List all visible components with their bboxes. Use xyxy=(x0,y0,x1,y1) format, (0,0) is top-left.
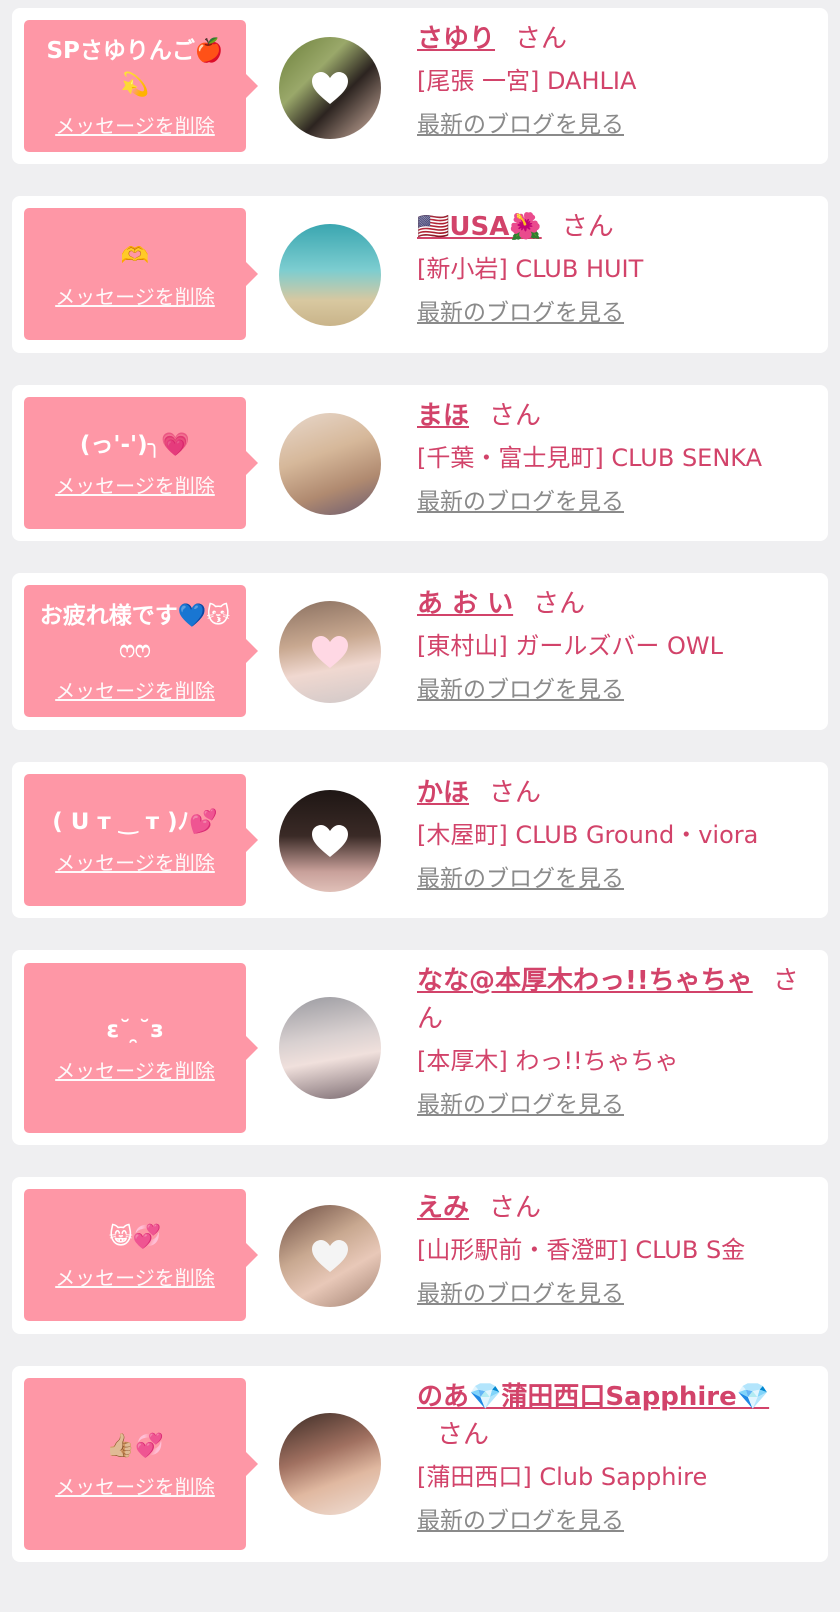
favorite-info: まほ さん [千葉・富士見町] CLUB SENKA 最新のブログを見る xyxy=(417,397,814,519)
message-text: 🫶 xyxy=(120,242,150,269)
avatar[interactable] xyxy=(279,601,381,703)
message-text: ε˘ ̯˘з xyxy=(106,1016,164,1043)
name-line: まほ さん xyxy=(417,397,814,435)
delete-message-link[interactable]: メッセージを削除 xyxy=(55,110,215,139)
message-bubble: SPさゆりんご🍎💫 メッセージを削除 xyxy=(24,20,258,152)
delete-message-link[interactable]: メッセージを削除 xyxy=(55,1055,215,1084)
view-blog-link[interactable]: 最新のブログを見る xyxy=(417,485,624,519)
cast-name-link[interactable]: さゆり xyxy=(417,24,495,54)
cast-name-link[interactable]: まほ xyxy=(417,401,469,431)
view-blog-link[interactable]: 最新のブログを見る xyxy=(417,862,624,896)
honorific: さん xyxy=(489,778,542,808)
message-text: SPさゆりんご🍎💫 xyxy=(46,37,224,98)
avatar[interactable] xyxy=(279,37,381,139)
favorite-info: さゆり さん [尾張 一宮] DAHLIA 最新のブログを見る xyxy=(417,20,814,142)
favorite-card: ε˘ ̯˘з メッセージを削除 なな@本厚木わっ!!ちゃちゃ さん [本厚木] わ… xyxy=(12,950,828,1145)
avatar[interactable] xyxy=(279,224,381,326)
honorific: さん xyxy=(489,401,542,431)
shop-name: [本厚木] わっ!!ちゃちゃ xyxy=(417,1047,679,1075)
heart-icon xyxy=(312,1240,348,1272)
favorite-card: 👍🏼💞 メッセージを削除 のあ💎蒲田西口Sapphire💎 さん [蒲田西口] C… xyxy=(12,1366,828,1562)
favorite-info: えみ さん [山形駅前・香澄町] CLUB S金 最新のブログを見る xyxy=(417,1189,814,1311)
view-blog-link[interactable]: 最新のブログを見る xyxy=(417,673,624,707)
honorific: さん xyxy=(533,589,586,619)
name-line: さゆり さん xyxy=(417,20,814,58)
shop-name: [山形駅前・香澄町] CLUB S金 xyxy=(417,1236,746,1264)
honorific: さん xyxy=(489,1193,542,1223)
name-line: えみ さん xyxy=(417,1189,814,1227)
cast-name-link[interactable]: なな@本厚木わっ!!ちゃちゃ xyxy=(417,966,753,996)
shop-name: [千葉・富士見町] CLUB SENKA xyxy=(417,444,763,472)
avatar[interactable] xyxy=(279,1413,381,1515)
cast-name-link[interactable]: 🇺🇸USA🌺 xyxy=(417,212,542,242)
cast-name-link[interactable]: かほ xyxy=(417,778,469,808)
name-line: あ お いさん xyxy=(417,585,814,623)
message-text: 👍🏼💞 xyxy=(106,1432,164,1459)
favorite-card: お疲れ様です💙😽ෆෆ メッセージを削除 あ お いさん [東村山] ガールズバー… xyxy=(12,573,828,730)
message-text: お疲れ様です💙😽ෆෆ xyxy=(39,602,231,663)
view-blog-link[interactable]: 最新のブログを見る xyxy=(417,296,624,330)
favorite-card: SPさゆりんご🍎💫 メッセージを削除 さゆり さん [尾張 一宮] DAHLIA … xyxy=(12,8,828,164)
favorite-card: (っ'-')╮💗 メッセージを削除 まほ さん [千葉・富士見町] CLUB SE… xyxy=(12,385,828,541)
favorites-list: SPさゆりんご🍎💫 メッセージを削除 さゆり さん [尾張 一宮] DAHLIA … xyxy=(0,0,840,1612)
message-bubble: 😸💞 メッセージを削除 xyxy=(24,1189,258,1321)
name-line: なな@本厚木わっ!!ちゃちゃ さん xyxy=(417,962,814,1038)
heart-icon xyxy=(312,72,348,104)
message-text: ( ᑌ т ‿ т )ﾉ💕 xyxy=(52,808,218,835)
delete-message-link[interactable]: メッセージを削除 xyxy=(55,847,215,876)
name-line: のあ💎蒲田西口Sapphire💎 さん xyxy=(417,1378,814,1454)
view-blog-link[interactable]: 最新のブログを見る xyxy=(417,1504,624,1538)
name-line: 🇺🇸USA🌺 さん xyxy=(417,208,814,246)
name-line: かほ さん xyxy=(417,774,814,812)
view-blog-link[interactable]: 最新のブログを見る xyxy=(417,108,624,142)
shop-name: [木屋町] CLUB Ground・viora xyxy=(417,821,759,849)
honorific: さん xyxy=(561,212,614,242)
avatar[interactable] xyxy=(279,790,381,892)
favorite-card: ( ᑌ т ‿ т )ﾉ💕 メッセージを削除 かほ さん [木屋町] CLUB G… xyxy=(12,762,828,918)
favorite-info: あ お いさん [東村山] ガールズバー OWL 最新のブログを見る xyxy=(417,585,814,707)
view-blog-link[interactable]: 最新のブログを見る xyxy=(417,1088,624,1122)
message-bubble: 👍🏼💞 メッセージを削除 xyxy=(24,1378,258,1550)
cast-name-link[interactable]: のあ💎蒲田西口Sapphire💎 xyxy=(417,1382,769,1412)
favorite-info: 🇺🇸USA🌺 さん [新小岩] CLUB HUIT 最新のブログを見る xyxy=(417,208,814,330)
favorite-card: 🫶 メッセージを削除 🇺🇸USA🌺 さん [新小岩] CLUB HUIT 最新のブ… xyxy=(12,196,828,353)
message-text: 😸💞 xyxy=(108,1223,162,1250)
delete-message-link[interactable]: メッセージを削除 xyxy=(55,470,215,499)
heart-icon xyxy=(312,825,348,857)
honorific: さん xyxy=(437,1420,490,1450)
shop-name: [尾張 一宮] DAHLIA xyxy=(417,67,637,95)
message-bubble: (っ'-')╮💗 メッセージを削除 xyxy=(24,397,258,529)
message-bubble: お疲れ様です💙😽ෆෆ メッセージを削除 xyxy=(24,585,258,717)
delete-message-link[interactable]: メッセージを削除 xyxy=(55,1262,215,1291)
shop-name: [新小岩] CLUB HUIT xyxy=(417,255,644,283)
delete-message-link[interactable]: メッセージを削除 xyxy=(55,675,215,704)
favorite-info: のあ💎蒲田西口Sapphire💎さん [蒲田西口] Club Sapphire … xyxy=(417,1378,814,1538)
delete-message-link[interactable]: メッセージを削除 xyxy=(55,1471,215,1500)
delete-message-link[interactable]: メッセージを削除 xyxy=(55,281,215,310)
favorite-card: 😸💞 メッセージを削除 えみ さん [山形駅前・香澄町] CLUB S金 最新のブ… xyxy=(12,1177,828,1334)
favorite-info: なな@本厚木わっ!!ちゃちゃ さん [本厚木] わっ!!ちゃちゃ 最新のブログを見… xyxy=(417,962,814,1122)
shop-name: [東村山] ガールズバー OWL xyxy=(417,632,723,660)
view-blog-link[interactable]: 最新のブログを見る xyxy=(417,1277,624,1311)
cast-name-link[interactable]: あ お い xyxy=(417,589,513,619)
shop-name: [蒲田西口] Club Sapphire xyxy=(417,1463,708,1491)
avatar[interactable] xyxy=(279,997,381,1099)
message-bubble: 🫶 メッセージを削除 xyxy=(24,208,258,340)
message-bubble: ε˘ ̯˘з メッセージを削除 xyxy=(24,963,258,1133)
honorific: さん xyxy=(515,24,568,54)
cast-name-link[interactable]: えみ xyxy=(417,1193,469,1223)
message-text: (っ'-')╮💗 xyxy=(79,431,191,458)
message-bubble: ( ᑌ т ‿ т )ﾉ💕 メッセージを削除 xyxy=(24,774,258,906)
favorite-info: かほ さん [木屋町] CLUB Ground・viora 最新のブログを見る xyxy=(417,774,814,896)
avatar[interactable] xyxy=(279,1205,381,1307)
avatar[interactable] xyxy=(279,413,381,515)
heart-icon xyxy=(312,636,348,668)
